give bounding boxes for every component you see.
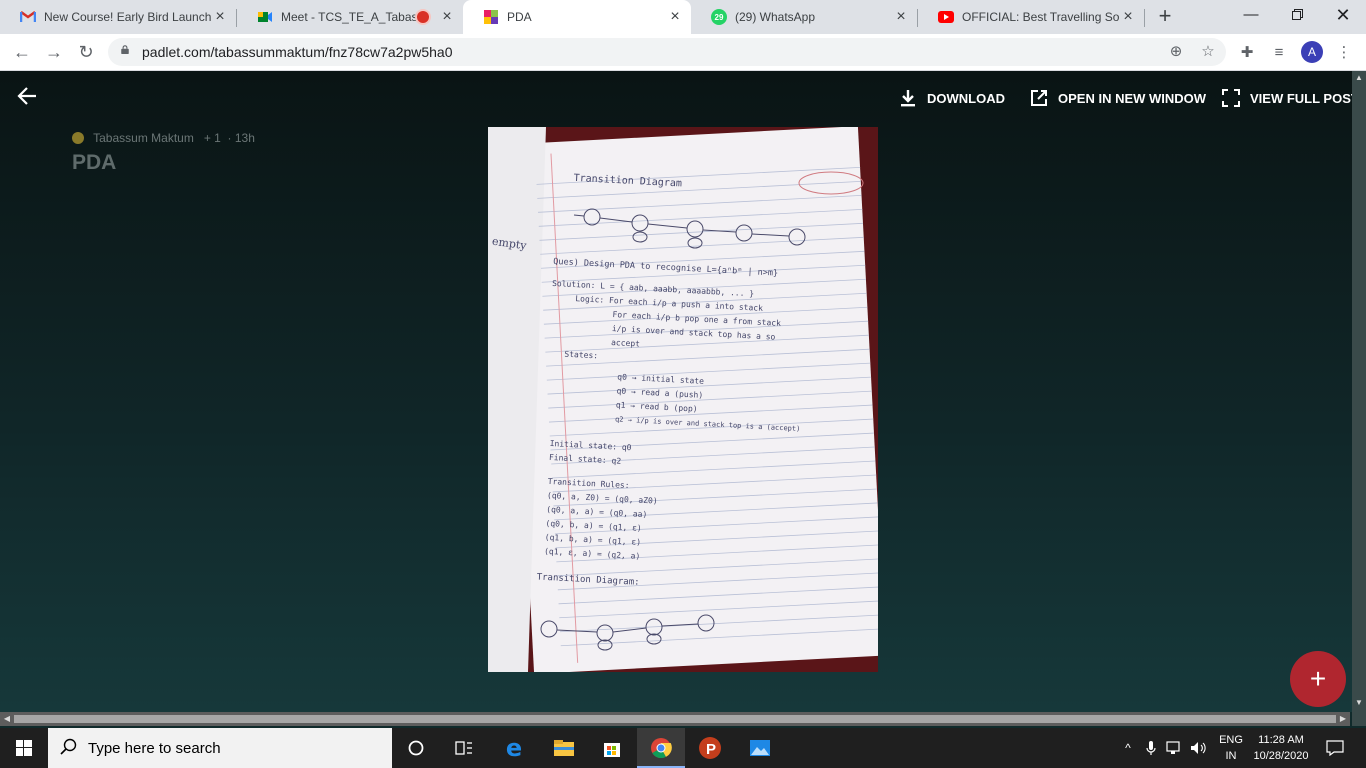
photos-icon[interactable] (736, 728, 784, 768)
start-button[interactable] (0, 728, 48, 768)
browser-toolbar: ← → ↻ padlet.com/tabassummaktum/fnz78cw7… (0, 34, 1366, 71)
search-icon (60, 738, 80, 758)
tab-padlet[interactable]: PDA × (463, 0, 691, 34)
padlet-icon (483, 9, 499, 25)
svg-text:P: P (706, 741, 716, 758)
microphone-icon[interactable] (1142, 728, 1160, 768)
recording-icon (417, 11, 429, 23)
task-view-icon[interactable] (440, 728, 488, 768)
powerpoint-icon[interactable]: P (686, 728, 734, 768)
edge-icon[interactable]: e (490, 728, 538, 768)
minimize-button[interactable]: — (1228, 0, 1274, 30)
windows-taskbar: Type here to search e P ^ ENG IN 11:28 A… (0, 728, 1366, 768)
back-button[interactable]: ← (8, 38, 36, 66)
restore-button[interactable] (1274, 0, 1320, 30)
open-new-window-label: OPEN IN NEW WINDOW (1058, 90, 1207, 106)
new-tab-button[interactable]: + (1152, 4, 1178, 30)
gmail-icon (20, 9, 36, 25)
author-avatar (72, 132, 84, 144)
notebook-text: Transition Diagram Ques) Design PDA to r… (536, 171, 857, 600)
file-explorer-icon[interactable] (540, 728, 588, 768)
taskbar-search[interactable]: Type here to search (48, 728, 392, 768)
open-external-icon (1030, 89, 1048, 107)
reload-button[interactable]: ↻ (72, 38, 100, 66)
system-clock[interactable]: 11:28 AM 10/28/2020 (1250, 732, 1312, 764)
whatsapp-icon: 29 (711, 9, 727, 25)
tab-title: OFFICIAL: Best Travelling Song (962, 10, 1120, 24)
tab-meet[interactable]: Meet - TCS_TE_A_Tabassum × (237, 0, 463, 34)
close-tab-icon[interactable]: × (212, 9, 228, 25)
vertical-scrollbar[interactable]: ▲ ▼ (1352, 71, 1366, 726)
fullscreen-icon (1222, 89, 1240, 107)
post-viewer: DOWNLOAD OPEN IN NEW WINDOW VIEW FULL PO… (0, 71, 1366, 712)
download-icon (899, 89, 917, 107)
media-control-icon[interactable]: ≡ (1268, 42, 1290, 64)
download-label: DOWNLOAD (927, 90, 1005, 106)
scroll-up-icon[interactable]: ▲ (1352, 71, 1366, 85)
extensions-icon[interactable]: ✚ (1236, 42, 1258, 64)
tab-title: New Course! Early Bird Launch (44, 10, 212, 24)
tab-divider (1144, 9, 1145, 27)
youtube-icon (938, 9, 954, 25)
url-text: padlet.com/tabassummaktum/fnz78cw7a2pw5h… (142, 44, 453, 60)
tab-title: (29) WhatsApp (735, 10, 816, 24)
windows-logo-icon (16, 740, 32, 756)
post-meta: Tabassum Maktum + 1 · 13h (72, 131, 255, 145)
network-icon[interactable] (1164, 728, 1186, 768)
download-button[interactable]: DOWNLOAD (899, 89, 1005, 107)
tab-youtube[interactable]: OFFICIAL: Best Travelling Song × (918, 0, 1144, 34)
browser-menu-icon[interactable]: ⋮ (1333, 42, 1355, 64)
tab-title: Meet - TCS_TE_A_Tabassum (281, 10, 417, 24)
forward-button[interactable]: → (40, 38, 68, 66)
bookmark-star-icon[interactable]: ☆ (1198, 42, 1218, 62)
close-tab-icon[interactable]: × (1120, 9, 1136, 25)
tab-gmail[interactable]: New Course! Early Bird Launch × (0, 0, 236, 34)
chrome-icon[interactable] (637, 728, 685, 768)
store-icon[interactable] (588, 728, 636, 768)
tab-whatsapp[interactable]: 29 (29) WhatsApp × (691, 0, 917, 34)
language-code: ENG (1219, 734, 1243, 746)
region-code: IN (1225, 750, 1237, 762)
volume-icon[interactable] (1188, 728, 1210, 768)
profile-avatar[interactable]: A (1301, 41, 1323, 63)
post-attachment-image: Transition Diagram Ques) Design PDA to r… (488, 127, 878, 672)
notifications-icon[interactable] (1320, 728, 1350, 768)
close-tab-icon[interactable]: × (439, 9, 455, 25)
view-full-post-button[interactable]: VIEW FULL POST (1222, 89, 1359, 107)
language-indicator[interactable]: ENG IN (1214, 732, 1248, 764)
open-new-window-button[interactable]: OPEN IN NEW WINDOW (1030, 89, 1206, 107)
tab-strip: New Course! Early Bird Launch × Meet - T… (0, 0, 1366, 34)
close-window-button[interactable]: ✕ (1320, 0, 1366, 30)
add-post-button[interactable]: + (1290, 651, 1346, 707)
post-age: 13h (234, 131, 255, 145)
show-hidden-icons[interactable]: ^ (1118, 728, 1138, 768)
cortana-icon[interactable] (392, 728, 440, 768)
horizontal-scrollbar[interactable]: ◀ ▶ (0, 712, 1350, 726)
view-full-post-label: VIEW FULL POST (1250, 90, 1359, 106)
post-title: PDA (72, 151, 117, 174)
address-bar[interactable]: padlet.com/tabassummaktum/fnz78cw7a2pw5h… (108, 38, 1226, 66)
search-placeholder: Type here to search (88, 740, 221, 757)
author-name: Tabassum Maktum (93, 131, 194, 145)
install-app-icon[interactable]: ⊕ (1166, 42, 1186, 62)
clock-date: 10/28/2020 (1253, 750, 1309, 762)
like-count[interactable]: + 1 (204, 131, 221, 145)
scroll-right-icon[interactable]: ▶ (1336, 712, 1350, 726)
back-arrow-icon[interactable] (16, 85, 42, 111)
close-tab-icon[interactable]: × (667, 9, 683, 25)
close-tab-icon[interactable]: × (893, 9, 909, 25)
lock-icon (121, 45, 129, 54)
tab-title: PDA (507, 10, 532, 24)
google-meet-icon (257, 9, 273, 25)
scroll-down-icon[interactable]: ▼ (1352, 696, 1366, 710)
scroll-left-icon[interactable]: ◀ (0, 712, 14, 726)
clock-time: 11:28 AM (1258, 734, 1304, 746)
scrollbar-thumb[interactable] (14, 715, 1336, 723)
